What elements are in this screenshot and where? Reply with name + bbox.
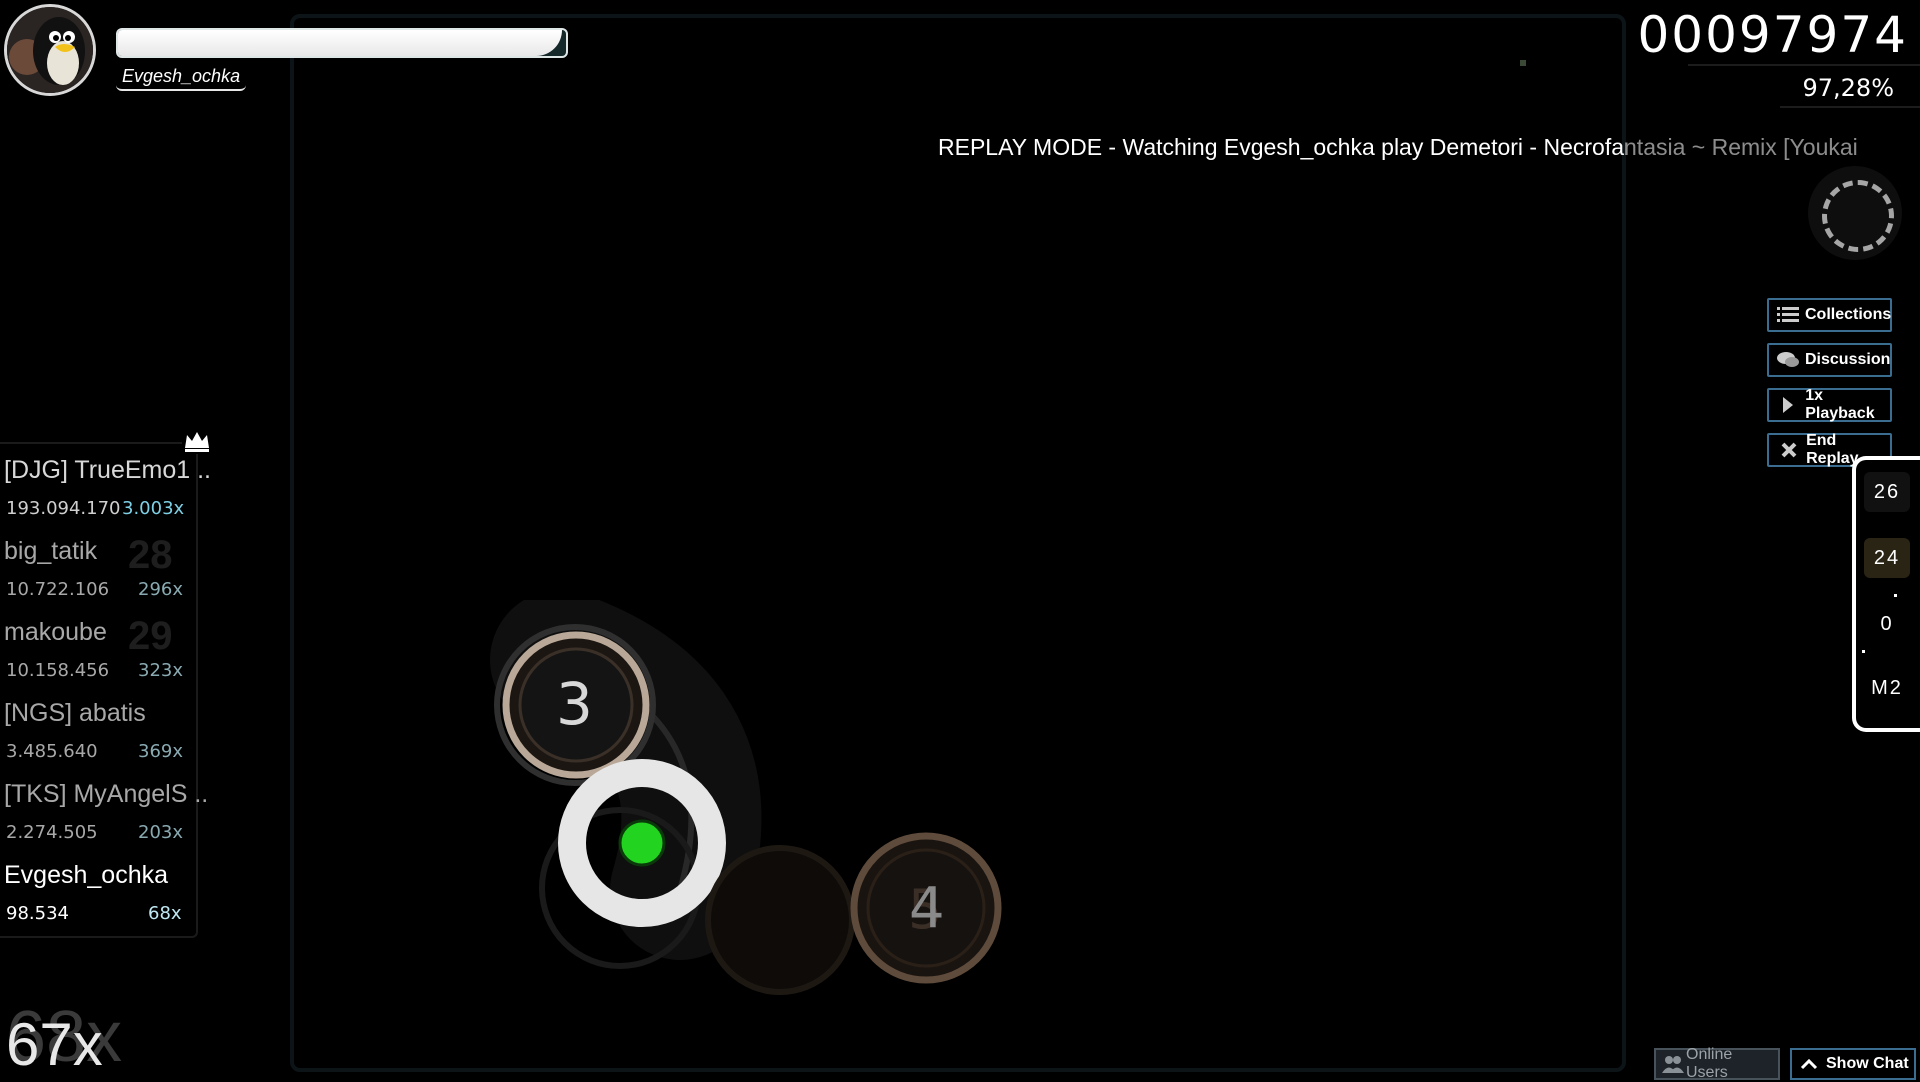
accuracy-divider: [1780, 106, 1920, 108]
users-icon: [1662, 1054, 1684, 1074]
playback-label: 1x Playback: [1805, 387, 1875, 422]
leaderboard-entry: 28 big_tatik 10.722.106 296x: [0, 533, 210, 617]
key-indicator-dot: [1862, 650, 1865, 653]
spinner-ring-icon: [1822, 180, 1894, 252]
combo-counter: 67x: [6, 1011, 103, 1078]
health-bar-fill: [118, 30, 562, 56]
collections-button[interactable]: Collections: [1767, 298, 1892, 332]
chat-bubbles-icon: [1777, 350, 1799, 370]
key-indicator-dot: [1894, 594, 1897, 597]
penguin-avatar-icon: [7, 7, 93, 93]
entry-combo: 296x: [138, 579, 184, 600]
entry-score: 98.534: [6, 903, 69, 924]
entry-score: 3.485.640: [6, 741, 98, 762]
discussion-button[interactable]: Discussion: [1767, 343, 1892, 377]
entry-combo: 369x: [138, 741, 184, 762]
entry-name: [DJG] TrueEmo1 ..: [4, 456, 212, 484]
entry-combo: 323x: [138, 660, 184, 681]
online-users-button[interactable]: Online Users: [1654, 1046, 1780, 1081]
leaderboard-entry-self: Evgesh_ochka 98.534 68x: [0, 861, 210, 941]
entry-score: 193.094.170: [6, 498, 121, 519]
entry-combo: 203x: [138, 822, 184, 843]
score-counter: 00097974: [1637, 6, 1908, 64]
hit-circle-number: 4: [909, 876, 945, 941]
close-icon: [1777, 440, 1800, 460]
entry-score: 10.158.456: [6, 660, 110, 681]
online-users-label: Online Users: [1686, 1046, 1733, 1081]
crown-icon: [182, 428, 212, 454]
leaderboard-entry: [DJG] TrueEmo1 .. 193.094.170 3.003x: [0, 456, 212, 536]
accuracy-display: 97,28%: [1802, 74, 1894, 102]
show-chat-label: Show Chat: [1826, 1055, 1909, 1072]
entry-name: [TKS] MyAngelS ..: [4, 780, 209, 808]
leaderboard-entry: [TKS] MyAngelS .. 2.274.505 203x: [0, 780, 210, 860]
playback-speed-button[interactable]: 1x Playback: [1767, 387, 1892, 422]
player-name-tag: Evgesh_ochka: [116, 64, 247, 91]
health-bar: [116, 28, 568, 58]
progress-dot: [1520, 60, 1526, 66]
entry-score: 2.274.505: [6, 822, 98, 843]
hit-circle-number: 3: [556, 670, 593, 738]
hit-objects-layer: [490, 600, 1002, 995]
player-avatar: [4, 4, 96, 96]
key-k2: 24: [1864, 538, 1910, 578]
entry-name: big_tatik: [4, 537, 98, 565]
entry-name: [NGS] abatis: [4, 699, 146, 727]
entry-name: makoube: [4, 618, 107, 646]
discussion-label: Discussion: [1805, 351, 1891, 368]
list-icon: [1777, 305, 1799, 325]
collections-label: Collections: [1805, 306, 1892, 323]
entry-combo: 3.003x: [122, 498, 185, 519]
chevron-up-icon: [1800, 1058, 1818, 1070]
entry-rank: 29: [128, 614, 173, 658]
cursor: [618, 819, 666, 867]
leaderboard-entry: [NGS] abatis 3.485.640 369x: [0, 699, 210, 779]
score-divider: [1688, 64, 1920, 66]
key-m2: M2: [1864, 668, 1910, 708]
entry-combo: 68x: [148, 903, 182, 924]
show-chat-button[interactable]: Show Chat: [1790, 1048, 1916, 1080]
replay-message-fade: [1626, 126, 1920, 162]
leaderboard-entry: 29 makoube 10.158.456 323x: [0, 614, 210, 698]
hit-circle-5: [705, 845, 855, 995]
play-icon: [1777, 395, 1799, 415]
entry-rank: 28: [128, 533, 173, 577]
key-m1: 0: [1864, 604, 1910, 644]
entry-score: 10.722.106: [6, 579, 110, 600]
entry-name: Evgesh_ochka: [4, 861, 169, 889]
key-k1: 26: [1864, 472, 1910, 512]
